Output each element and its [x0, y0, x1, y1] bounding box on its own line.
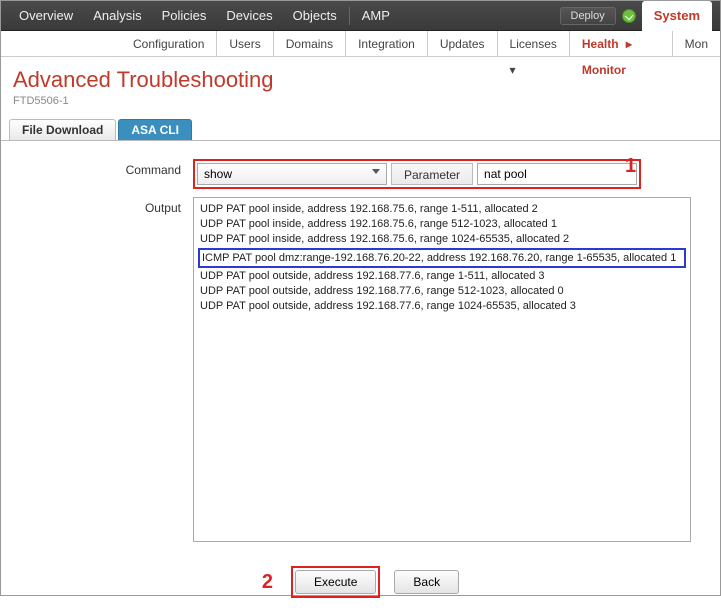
- subnav-health-monitor[interactable]: Health ▸ Monitor: [570, 31, 673, 57]
- tab-file-download[interactable]: File Download: [9, 119, 116, 140]
- execute-highlight: Execute: [291, 566, 380, 598]
- subnav-updates[interactable]: Updates: [428, 31, 498, 57]
- chevron-down-icon: [372, 169, 380, 174]
- command-select[interactable]: show: [197, 163, 387, 185]
- tab-asa-cli[interactable]: ASA CLI: [118, 119, 192, 140]
- command-param-highlight: show Parameter: [193, 159, 641, 189]
- subnav-users[interactable]: Users: [217, 31, 273, 57]
- status-ok-icon: [622, 9, 636, 23]
- button-row: 2 Execute Back: [13, 550, 708, 598]
- output-line: UDP PAT pool outside, address 192.168.77…: [200, 284, 684, 299]
- subnav-configuration[interactable]: Configuration: [121, 31, 217, 57]
- output-line: UDP PAT pool inside, address 192.168.75.…: [200, 217, 684, 232]
- parameter-input[interactable]: [477, 163, 637, 185]
- callout-1: 1: [625, 155, 636, 178]
- nav-analysis[interactable]: Analysis: [83, 1, 151, 31]
- nav-devices[interactable]: Devices: [216, 1, 282, 31]
- subnav-monitor-label: Monitor: [582, 63, 626, 77]
- subnav-domains[interactable]: Domains: [274, 31, 346, 57]
- output-line-highlighted: ICMP PAT pool dmz:range-192.168.76.20-22…: [198, 248, 686, 269]
- deploy-button[interactable]: Deploy: [560, 7, 616, 25]
- command-label: Command: [13, 159, 193, 177]
- nav-amp[interactable]: AMP: [352, 1, 400, 31]
- subnav-licenses[interactable]: Licenses ▾: [498, 31, 570, 57]
- output-line: UDP PAT pool inside, address 192.168.75.…: [200, 232, 684, 247]
- output-line: UDP PAT pool inside, address 192.168.75.…: [200, 202, 684, 217]
- chevron-right-icon: ▸: [626, 37, 632, 51]
- command-select-value: show: [204, 167, 232, 181]
- nav-system[interactable]: System: [642, 1, 712, 31]
- execute-button[interactable]: Execute: [295, 570, 376, 594]
- nav-objects[interactable]: Objects: [283, 1, 347, 31]
- subnav-health-label: Health: [582, 37, 619, 51]
- tab-strip: File Download ASA CLI: [1, 117, 720, 141]
- parameter-label: Parameter: [391, 163, 473, 185]
- sub-navbar: Configuration Users Domains Integration …: [1, 31, 720, 57]
- output-line: UDP PAT pool outside, address 192.168.77…: [200, 299, 684, 314]
- output-textarea[interactable]: UDP PAT pool inside, address 192.168.75.…: [193, 197, 691, 542]
- nav-overview[interactable]: Overview: [9, 1, 83, 31]
- subnav-integration[interactable]: Integration: [346, 31, 428, 57]
- nav-separator: [349, 7, 350, 25]
- nav-policies[interactable]: Policies: [152, 1, 217, 31]
- subnav-mon-partial[interactable]: Mon: [673, 31, 720, 57]
- form-area: Command show Parameter 1 Output UDP PAT …: [1, 141, 720, 610]
- output-line: UDP PAT pool outside, address 192.168.77…: [200, 269, 684, 284]
- top-navbar: Overview Analysis Policies Devices Objec…: [1, 1, 720, 31]
- callout-2: 2: [262, 571, 273, 594]
- output-label: Output: [13, 197, 193, 215]
- back-button[interactable]: Back: [394, 570, 459, 594]
- device-name: FTD5506-1: [1, 95, 720, 117]
